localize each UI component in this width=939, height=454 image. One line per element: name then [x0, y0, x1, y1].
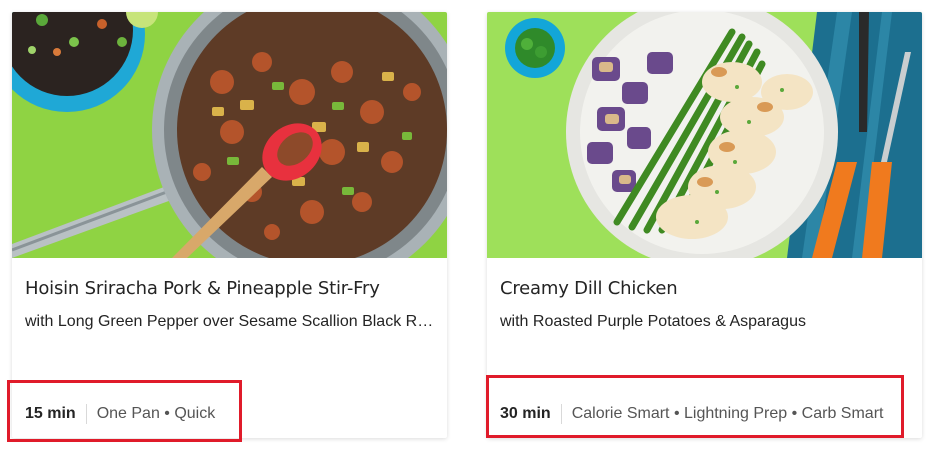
recipe-image-dill-chicken[interactable]	[487, 12, 922, 258]
meta-divider	[85, 404, 87, 424]
recipe-subtitle: with Long Green Pepper over Sesame Scall…	[25, 313, 434, 330]
recipe-title[interactable]: Hoisin Sriracha Pork & Pineapple Stir-Fr…	[25, 278, 435, 299]
recipe-tags: Calorie Smart • Lightning Prep • Carb Sm…	[571, 405, 884, 422]
cook-time: 30 min	[500, 405, 551, 422]
recipe-image-stir-fry[interactable]	[12, 12, 447, 258]
cook-time: 15 min	[25, 405, 76, 422]
recipe-title[interactable]: Creamy Dill Chicken	[500, 278, 910, 299]
meta-divider	[560, 404, 562, 424]
recipe-subtitle: with Roasted Purple Potatoes & Asparagus	[500, 313, 806, 330]
recipe-meta: 30 min Calorie Smart • Lightning Prep • …	[500, 404, 910, 424]
recipe-card-hoisin-sriracha-pork[interactable]: Hoisin Sriracha Pork & Pineapple Stir-Fr…	[12, 12, 447, 438]
recipe-tags: One Pan • Quick	[96, 405, 216, 422]
recipe-card-creamy-dill-chicken[interactable]: Creamy Dill Chicken with Roasted Purple …	[487, 12, 922, 438]
recipe-meta: 15 min One Pan • Quick	[25, 404, 435, 424]
